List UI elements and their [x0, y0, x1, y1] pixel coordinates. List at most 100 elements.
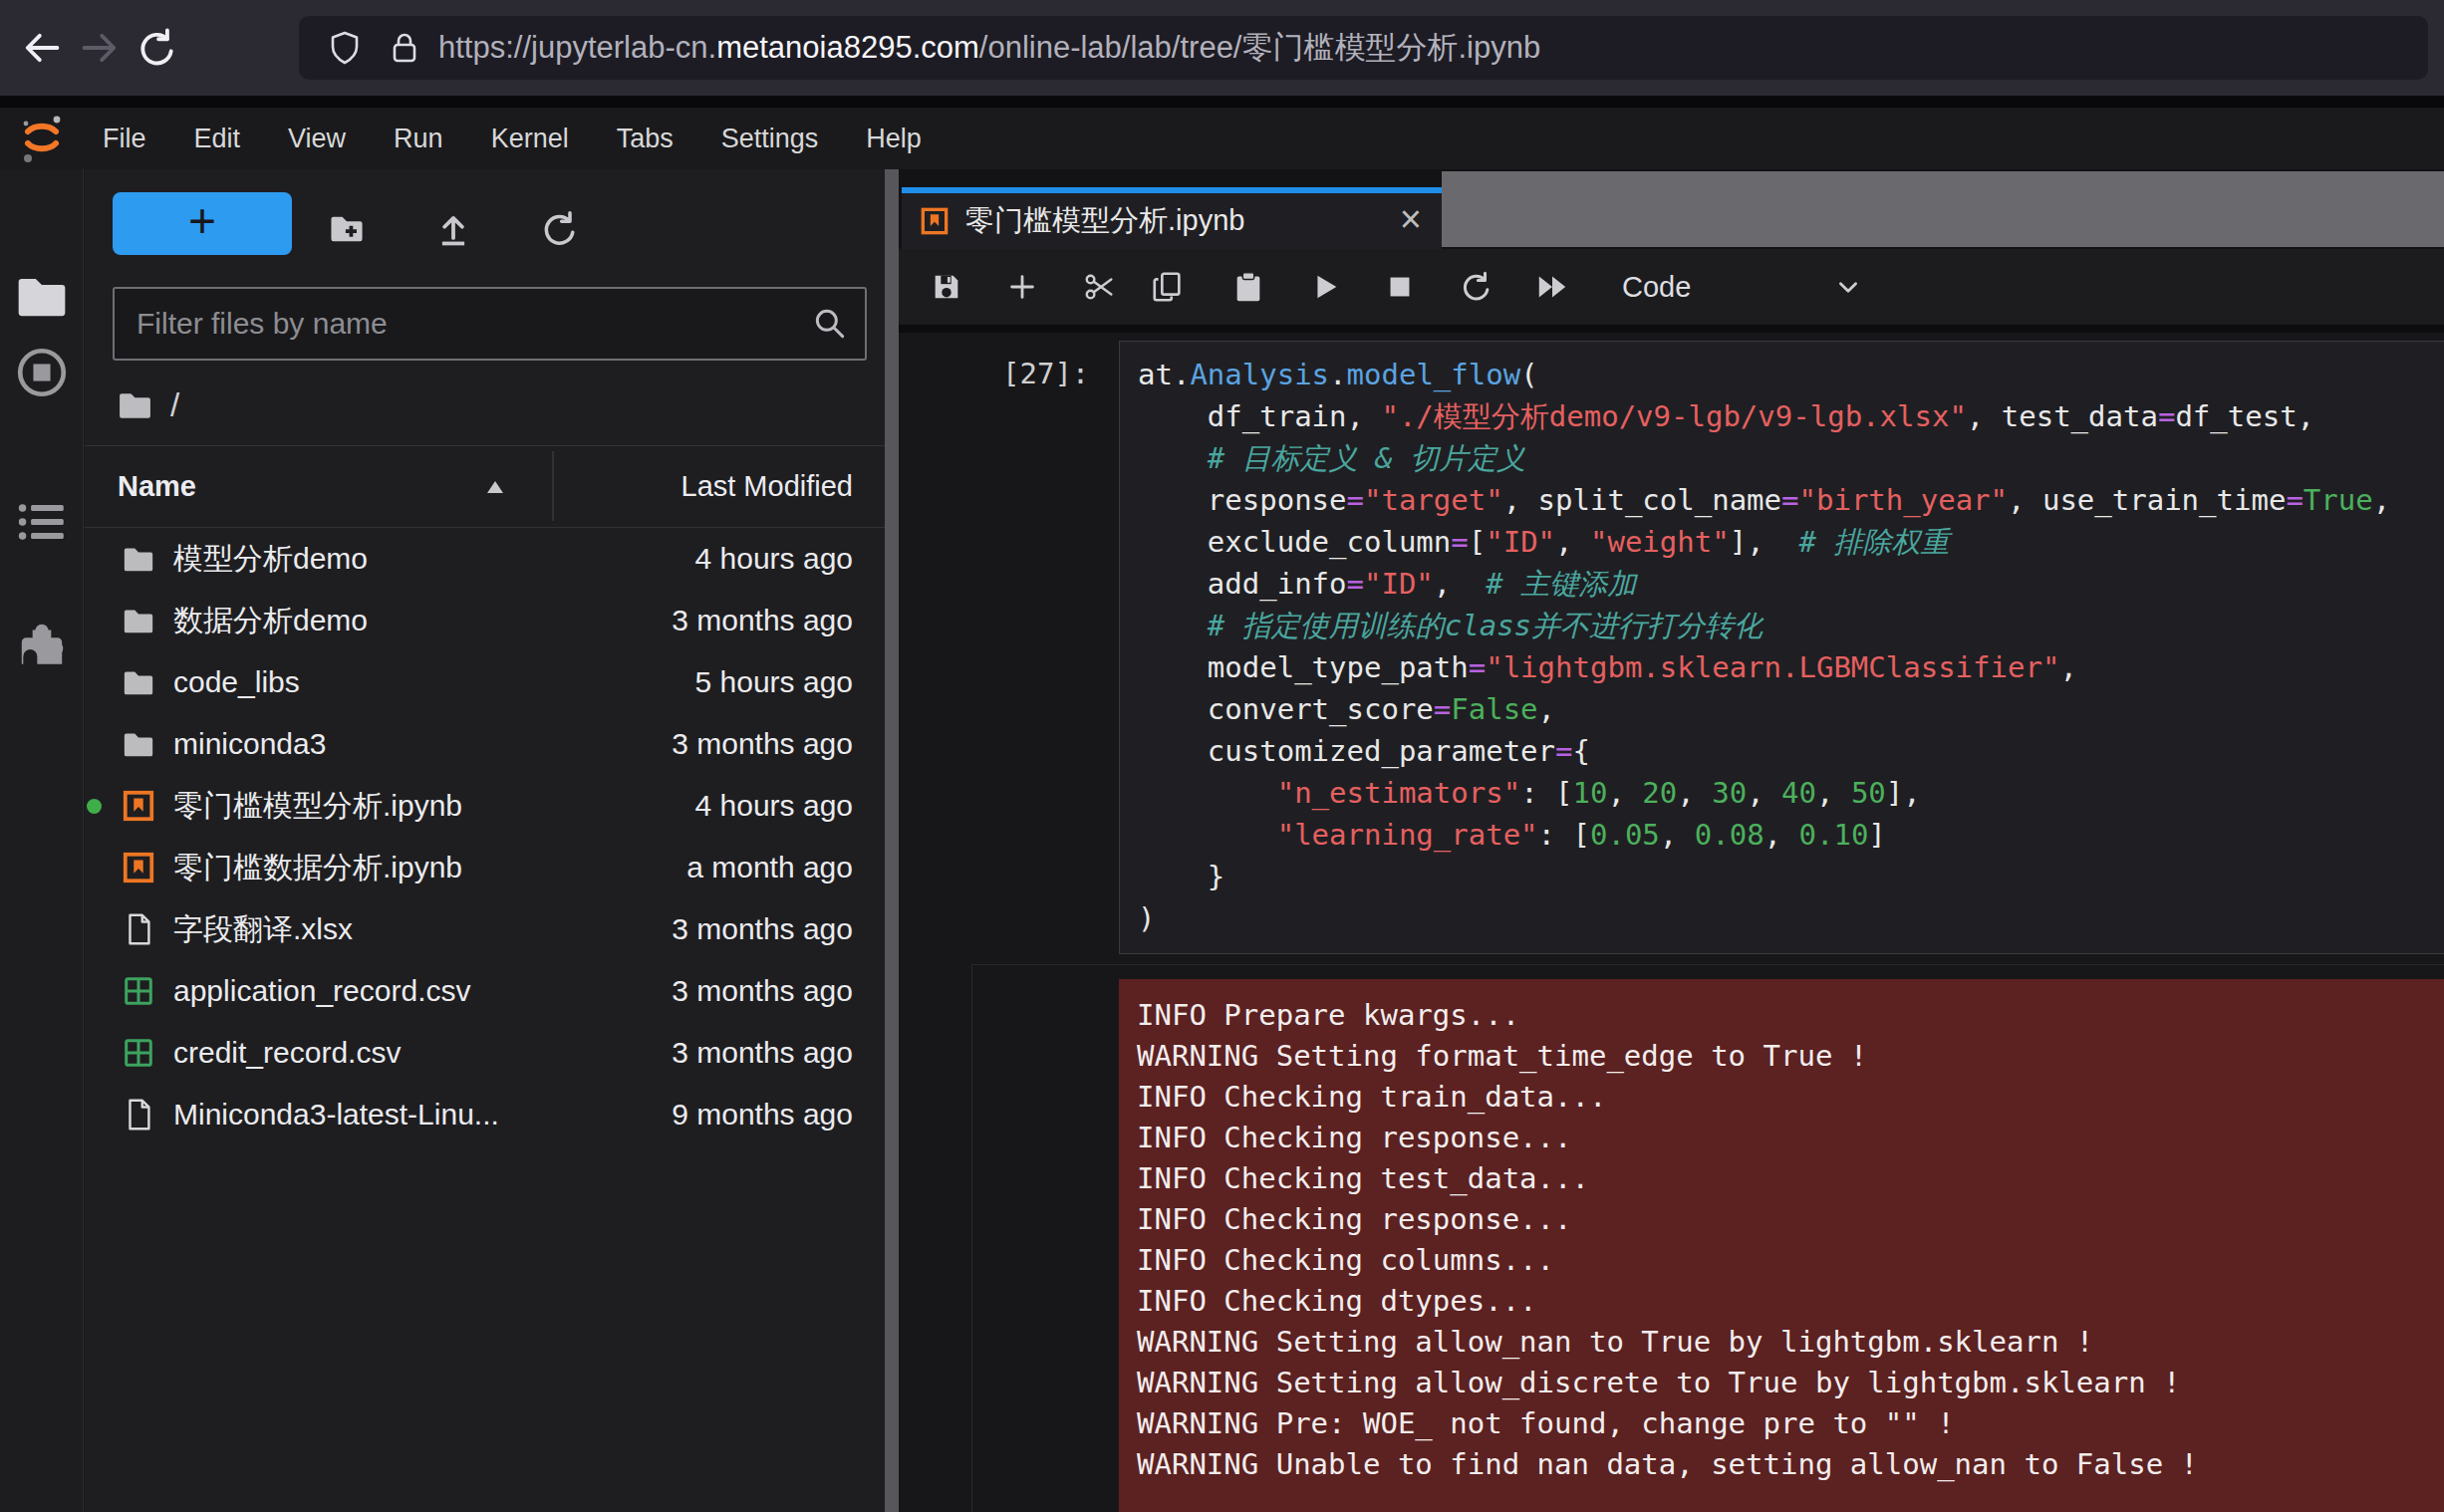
sort-ascending-icon[interactable]: [483, 475, 507, 499]
file-modified: 5 hours ago: [695, 651, 853, 713]
menu-kernel[interactable]: Kernel: [467, 124, 593, 154]
file-browser-icon[interactable]: [14, 268, 70, 324]
doc-icon: [122, 1098, 155, 1132]
doc-icon: [122, 912, 155, 946]
notebook-area: 零门槛模型分析.ipynb × Code [27]: at.Analysis.m…: [899, 169, 2444, 1512]
copy-cell-icon[interactable]: [1151, 270, 1185, 304]
file-modified: a month ago: [686, 837, 853, 898]
table-of-contents-icon[interactable]: [14, 494, 70, 550]
close-tab-icon[interactable]: ×: [1400, 193, 1422, 245]
folder-icon: [122, 604, 155, 637]
menu-settings[interactable]: Settings: [697, 124, 843, 154]
panel-splitter[interactable]: [885, 169, 899, 1512]
search-icon: [811, 305, 849, 343]
jupyter-menu-bar: FileEditViewRunKernelTabsSettingsHelp: [0, 108, 2444, 169]
file-modified: 4 hours ago: [695, 528, 853, 590]
breadcrumb[interactable]: /: [170, 386, 179, 423]
file-name: 字段翻译.xlsx: [173, 898, 353, 960]
file-row[interactable]: Miniconda3-latest-Linu... 9 months ago: [85, 1084, 885, 1145]
file-name: application_record.csv: [173, 960, 471, 1022]
stderr-output: INFO Prepare kwargs...WARNING Setting fo…: [1119, 979, 2444, 1512]
cell-prompt: [27]:: [1002, 353, 1089, 394]
running-kernels-icon[interactable]: [14, 345, 70, 400]
menu-run[interactable]: Run: [370, 124, 467, 154]
shield-icon[interactable]: [327, 30, 363, 66]
tab-bar-filler: [1442, 171, 2444, 247]
file-name: code_libs: [173, 651, 300, 713]
running-indicator-dot: [87, 799, 102, 814]
browser-forward-button[interactable]: [78, 26, 122, 70]
url-text: https://jupyterlab-cn.metanoia8295.com/o…: [438, 16, 1540, 80]
notebook-file-icon: [920, 206, 950, 236]
csv-icon: [122, 974, 155, 1008]
tab-title: 零门槛模型分析.ipynb: [965, 193, 1244, 247]
address-bar[interactable]: https://jupyterlab-cn.metanoia8295.com/o…: [299, 16, 2428, 80]
window-separator: [0, 96, 2444, 108]
breadcrumb-home-icon[interactable]: [117, 386, 153, 423]
new-folder-icon[interactable]: [327, 209, 367, 249]
folder-icon: [122, 727, 155, 761]
code-cell-editor[interactable]: at.Analysis.model_flow( df_train, "./模型分…: [1119, 341, 2444, 954]
menu-help[interactable]: Help: [842, 124, 946, 154]
file-modified: 3 months ago: [672, 713, 853, 775]
paste-cell-icon[interactable]: [1231, 270, 1265, 304]
restart-run-all-icon[interactable]: [1535, 270, 1569, 304]
file-modified: 3 months ago: [672, 590, 853, 651]
jupyter-logo-icon: [16, 113, 68, 164]
notebook-toolbar: Code: [899, 249, 2444, 333]
stop-kernel-icon[interactable]: [1383, 270, 1417, 304]
browser-toolbar: https://jupyterlab-cn.metanoia8295.com/o…: [0, 0, 2444, 96]
menu-tabs[interactable]: Tabs: [593, 124, 697, 154]
cut-cell-icon[interactable]: [1083, 270, 1117, 304]
notebook-content: [27]: at.Analysis.model_flow( df_train, …: [899, 333, 2444, 1512]
file-name: 零门槛模型分析.ipynb: [173, 775, 462, 837]
file-row[interactable]: miniconda3 3 months ago: [85, 713, 885, 775]
lock-icon[interactable]: [387, 30, 422, 66]
column-header-modified[interactable]: Last Modified: [681, 445, 854, 527]
file-browser-panel: + Filter files by name / Name Last Modif…: [85, 169, 885, 1512]
chevron-down-icon[interactable]: [1835, 274, 1861, 300]
cell-output-area: INFO Prepare kwargs...WARNING Setting fo…: [971, 964, 2444, 1512]
file-modified: 3 months ago: [672, 960, 853, 1022]
upload-icon[interactable]: [433, 209, 473, 249]
run-cell-icon[interactable]: [1308, 270, 1342, 304]
new-launcher-button[interactable]: +: [113, 192, 292, 255]
notebook-icon: [122, 851, 155, 884]
file-row[interactable]: 字段翻译.xlsx3 months ago: [85, 898, 885, 960]
file-name: credit_record.csv: [173, 1022, 401, 1084]
file-row[interactable]: 零门槛模型分析.ipynb 4 hours ago: [85, 775, 885, 837]
file-modified: 4 hours ago: [695, 775, 853, 837]
csv-icon: [122, 1036, 155, 1070]
file-row[interactable]: 数据分析demo 3 months ago: [85, 590, 885, 651]
file-name: 零门槛数据分析.ipynb: [173, 837, 462, 898]
filter-files-input[interactable]: Filter files by name: [113, 287, 867, 361]
folder-icon: [122, 542, 155, 576]
column-header-name[interactable]: Name: [118, 445, 196, 527]
left-sidebar: [0, 169, 84, 1512]
file-row[interactable]: credit_record.csv 3 months ago: [85, 1022, 885, 1084]
file-name: miniconda3: [173, 713, 326, 775]
file-row[interactable]: application_record.csv 3 months ago: [85, 960, 885, 1022]
menu-view[interactable]: View: [264, 124, 370, 154]
file-name: 数据分析demo: [173, 590, 368, 651]
file-modified: 9 months ago: [672, 1084, 853, 1145]
extensions-icon[interactable]: [14, 618, 70, 673]
menu-edit[interactable]: Edit: [170, 124, 265, 154]
browser-back-button[interactable]: [20, 26, 64, 70]
cell-type-dropdown[interactable]: Code: [1622, 249, 1691, 325]
file-name: Miniconda3-latest-Linu...: [173, 1084, 499, 1145]
file-row[interactable]: 零门槛数据分析.ipynb a month ago: [85, 837, 885, 898]
file-row[interactable]: 模型分析demo4 hours ago: [85, 528, 885, 590]
menu-file[interactable]: File: [79, 124, 170, 154]
file-modified: 3 months ago: [672, 1022, 853, 1084]
refresh-icon[interactable]: [540, 209, 580, 249]
notebook-tab[interactable]: 零门槛模型分析.ipynb ×: [902, 187, 1442, 249]
restart-kernel-icon[interactable]: [1460, 270, 1494, 304]
notebook-icon: [122, 789, 155, 823]
file-row[interactable]: code_libs 5 hours ago: [85, 651, 885, 713]
folder-icon: [122, 665, 155, 699]
browser-reload-button[interactable]: [136, 26, 179, 70]
add-cell-icon[interactable]: [1005, 270, 1039, 304]
filter-placeholder: Filter files by name: [136, 289, 388, 359]
save-icon[interactable]: [930, 270, 963, 304]
